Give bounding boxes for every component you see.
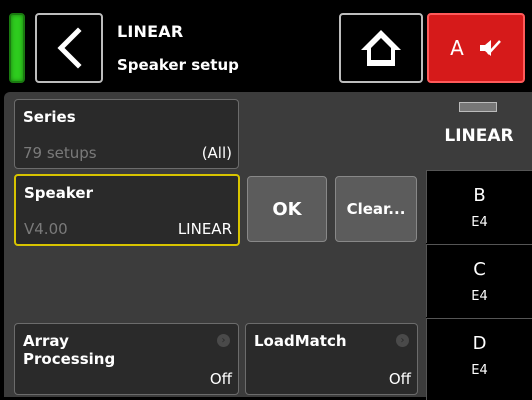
tab-channel-sub: E4	[471, 363, 488, 378]
home-icon	[361, 30, 401, 66]
clear-button[interactable]: Clear...	[335, 176, 417, 242]
ok-button[interactable]: OK	[247, 176, 327, 242]
chevron-left-icon	[57, 27, 82, 69]
series-label: Series	[23, 108, 76, 126]
tab-channel-name: C	[473, 259, 486, 280]
back-button[interactable]	[35, 13, 103, 83]
series-value: (All)	[201, 144, 232, 162]
array-label-line1: Array	[23, 332, 69, 350]
tab-channel-name: D	[472, 333, 487, 354]
mute-channel-label: A	[450, 36, 464, 60]
tab-channel-name: B	[473, 185, 486, 206]
array-processing-button[interactable]: Array Processing › Off	[14, 323, 239, 395]
page-subtitle: Speaker setup	[117, 56, 239, 74]
array-processing-label: Array Processing	[23, 332, 115, 368]
mute-button[interactable]: A	[427, 13, 525, 83]
home-button[interactable]	[339, 13, 423, 83]
chevron-right-icon: ›	[217, 334, 230, 347]
speaker-value: LINEAR	[177, 220, 232, 238]
speaker-mute-icon	[479, 40, 501, 56]
tab-channel-sub: E4	[471, 289, 488, 304]
speaker-selector[interactable]: Speaker V4.00 LINEAR	[14, 174, 240, 246]
chevron-right-icon: ›	[396, 334, 409, 347]
indicator-bar	[459, 102, 497, 112]
tab-linear[interactable]: LINEAR	[426, 92, 532, 170]
series-count: 79 setups	[23, 144, 97, 162]
page-title: LINEAR	[117, 22, 184, 41]
tab-linear-label: LINEAR	[444, 126, 514, 146]
loadmatch-value: Off	[388, 370, 411, 388]
speaker-version: V4.00	[24, 220, 68, 238]
loadmatch-button[interactable]: LoadMatch › Off	[245, 323, 418, 395]
tab-channel-b[interactable]: B E4	[426, 170, 532, 243]
array-processing-value: Off	[209, 370, 232, 388]
array-label-line2: Processing	[23, 350, 116, 368]
tab-channel-d[interactable]: D E4	[426, 318, 532, 400]
level-meter	[9, 13, 25, 83]
speaker-label: Speaker	[24, 184, 93, 202]
series-selector[interactable]: Series 79 setups (All)	[14, 99, 239, 169]
loadmatch-label: LoadMatch	[254, 332, 347, 350]
tab-channel-c[interactable]: C E4	[426, 244, 532, 317]
tab-channel-sub: E4	[471, 215, 488, 230]
